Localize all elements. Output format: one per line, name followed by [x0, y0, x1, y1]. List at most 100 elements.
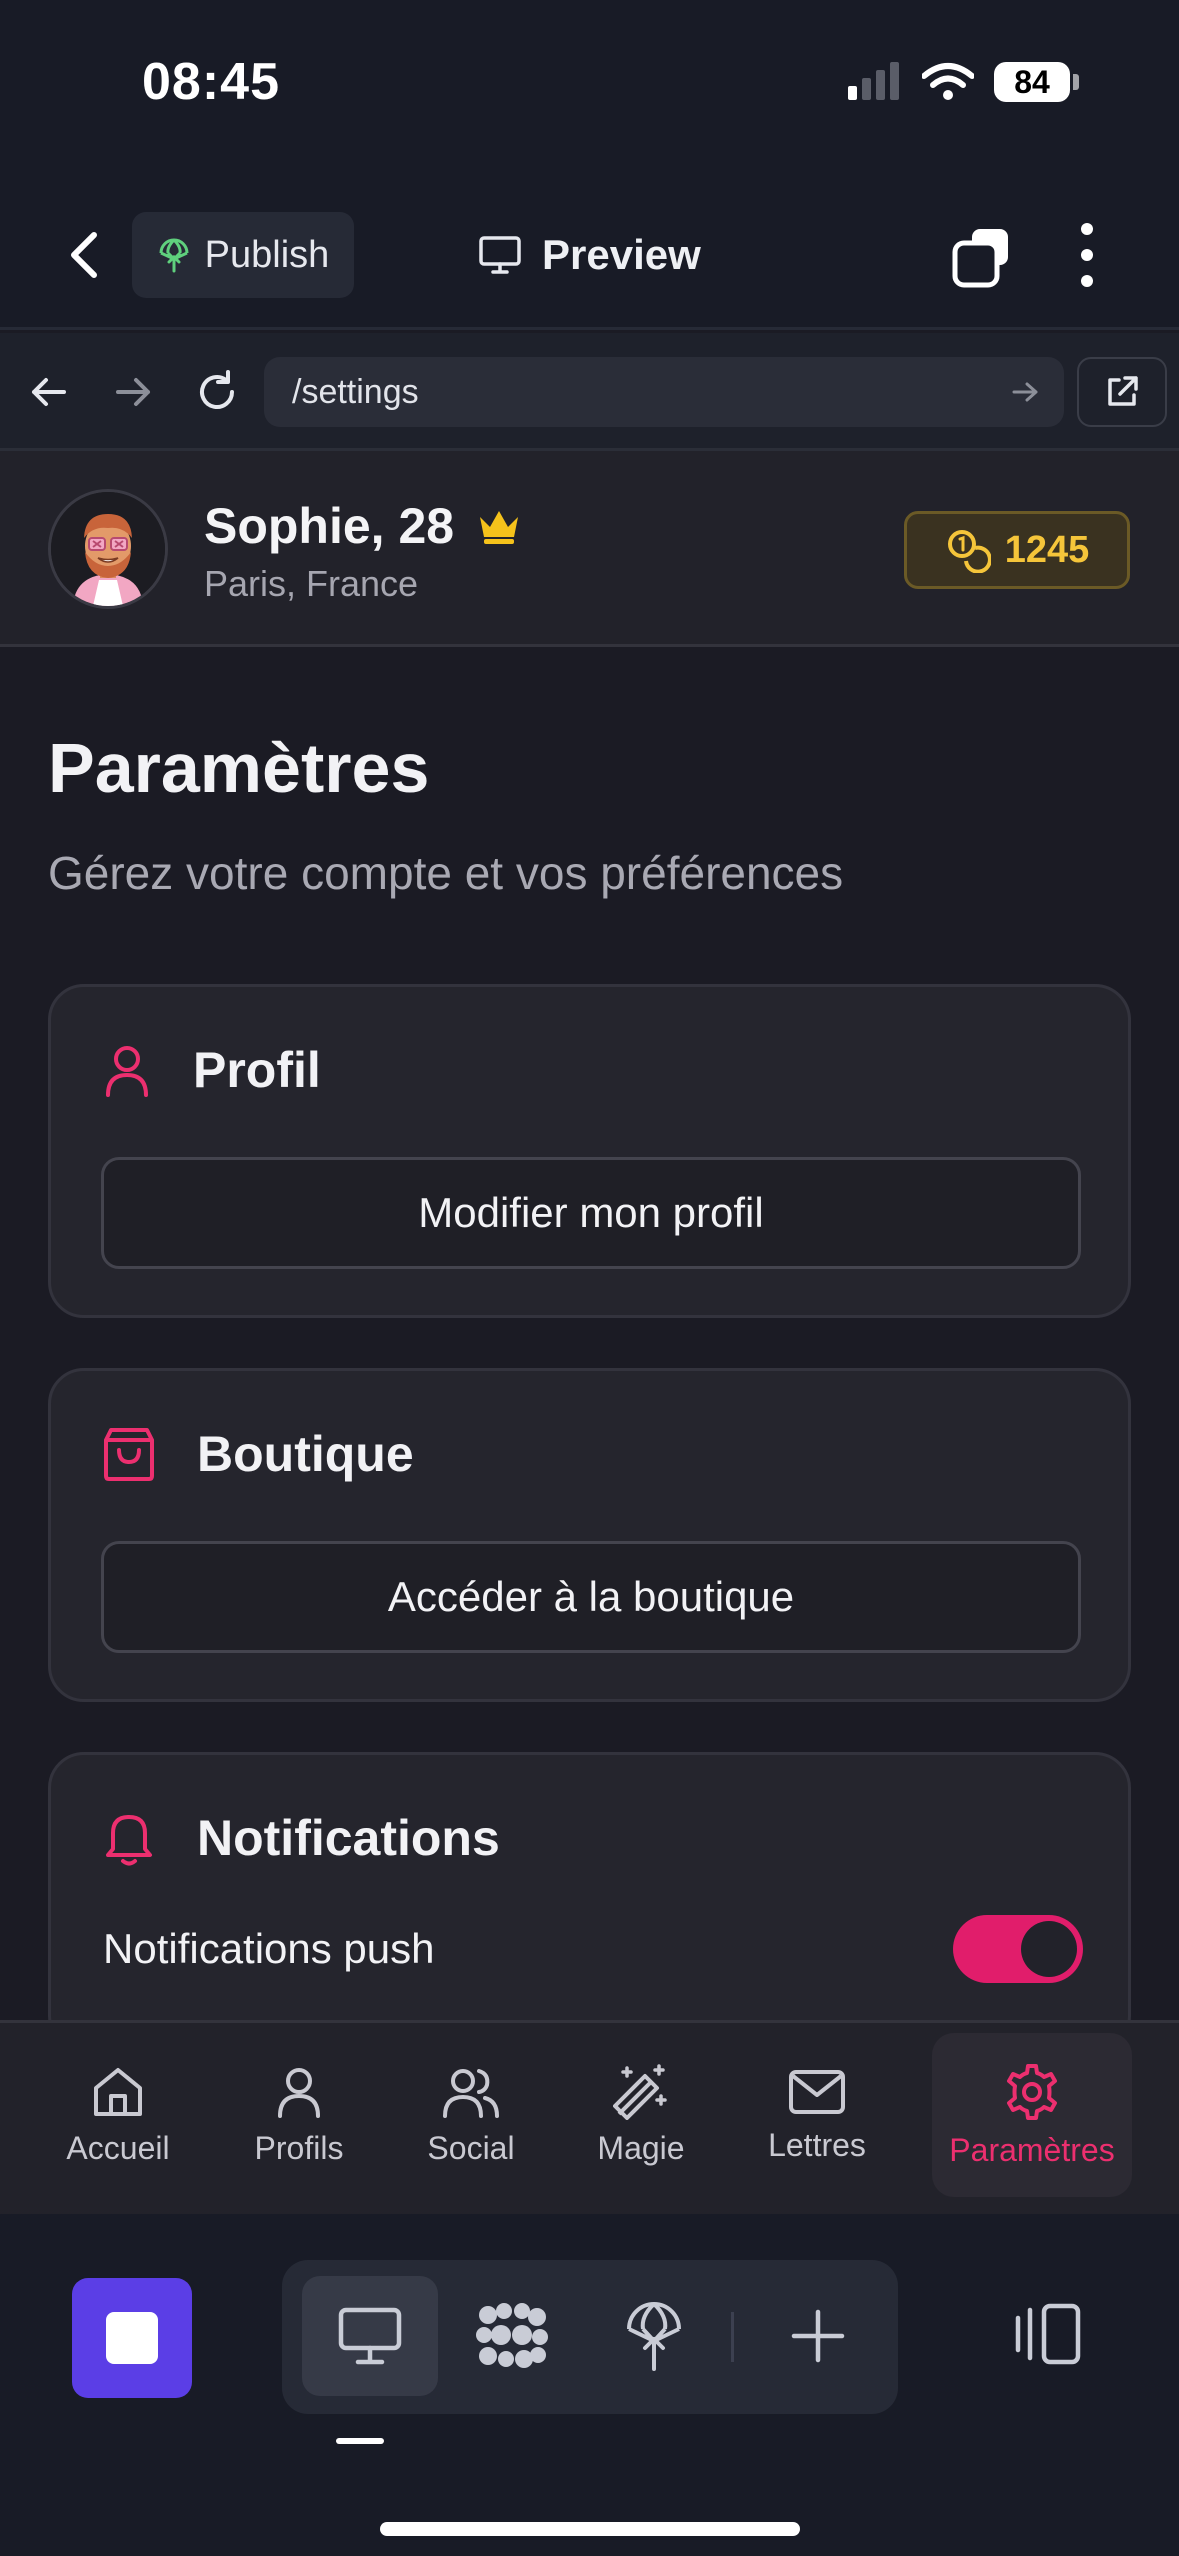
nav-label: Magie [597, 2129, 685, 2166]
status-bar: 08:45 84 [0, 0, 1179, 175]
avatar[interactable] [48, 489, 168, 609]
kebab-dot [1081, 249, 1093, 261]
status-time: 08:45 [142, 53, 280, 111]
arrow-right-icon [116, 378, 150, 406]
back-button[interactable] [60, 225, 110, 285]
reload-icon [200, 370, 234, 409]
add-button[interactable] [750, 2276, 886, 2396]
battery-icon: 84 [994, 62, 1079, 102]
nav-item-lettres[interactable]: Lettres [746, 2033, 888, 2197]
browser-forward-button[interactable] [108, 367, 158, 417]
chevron-left-icon [71, 232, 97, 278]
profile-section-card: Profil Modifier mon profil [48, 984, 1131, 1318]
nav-item-social[interactable]: Social [400, 2033, 542, 2197]
wifi-icon [922, 63, 974, 100]
nav-label: Social [427, 2129, 515, 2166]
stop-button[interactable] [72, 2278, 192, 2398]
home-indicator [380, 2522, 800, 2536]
open-shop-button[interactable]: Accéder à la boutique [101, 1541, 1081, 1653]
user-icon [278, 2067, 320, 2118]
bottom-navigation: Accueil Profils Social Magie Lettres Par… [0, 2020, 1179, 2214]
url-text: /settings [292, 372, 419, 411]
components-button[interactable] [444, 2276, 580, 2396]
mail-icon [789, 2069, 845, 2114]
magic-wand-icon [613, 2063, 667, 2120]
page-title: Paramètres [48, 729, 430, 807]
nav-label: Accueil [66, 2129, 170, 2166]
shop-section-card: Boutique Accéder à la boutique [48, 1368, 1131, 1702]
users-icon [443, 2068, 499, 2118]
profile-header: Sophie, 28 Paris, France 1245 [0, 451, 1179, 647]
profile-section-header: Profil [103, 1041, 321, 1099]
signal-icon [848, 62, 899, 100]
home-icon [94, 2067, 142, 2116]
tool-divider [731, 2312, 734, 2362]
active-tab-indicator [336, 2438, 384, 2444]
builder-tool-group [282, 2260, 898, 2414]
stop-icon [106, 2312, 158, 2364]
push-notifications-label: Notifications push [103, 1925, 435, 1972]
coins-badge[interactable]: 1245 [904, 511, 1130, 589]
url-input[interactable]: /settings [264, 357, 1064, 427]
gear-icon [1007, 2063, 1057, 2120]
preview-label: Preview [542, 231, 701, 278]
user-location: Paris, France [204, 563, 419, 604]
bell-icon [106, 1815, 152, 1866]
preview-mode-button[interactable] [302, 2276, 438, 2396]
go-arrow-icon[interactable] [1010, 377, 1040, 407]
battery-level: 84 [994, 62, 1070, 102]
external-link-icon [1108, 376, 1138, 406]
edit-profile-button[interactable]: Modifier mon profil [101, 1157, 1081, 1269]
cluster-icon [476, 2303, 548, 2368]
push-notifications-row: Notifications push [103, 1915, 1083, 1983]
status-icons: 84 [846, 62, 1079, 102]
shop-section-header: Boutique [103, 1425, 414, 1483]
coins-icon [947, 530, 991, 573]
notifications-section-header: Notifications [103, 1809, 500, 1867]
browser-back-button[interactable] [24, 367, 74, 417]
app-toolbar: Publish Preview [0, 175, 1179, 330]
profile-section-title: Profil [193, 1042, 321, 1098]
nav-label: Paramètres [949, 2131, 1115, 2168]
publish-globe-icon [627, 2302, 681, 2371]
page-subtitle: Gérez votre compte et vos préférences [48, 847, 844, 899]
plus-icon [791, 2309, 845, 2363]
nav-label: Profils [254, 2129, 344, 2166]
user-name: Sophie, 28 [204, 498, 455, 554]
side-panel-button[interactable] [1008, 2294, 1088, 2374]
more-menu-button[interactable] [1072, 223, 1102, 287]
publish-button[interactable]: Publish [132, 212, 354, 298]
notifications-section-title: Notifications [197, 1810, 500, 1866]
browser-url-bar: /settings [0, 333, 1179, 451]
open-external-button[interactable] [1077, 357, 1167, 427]
toggle-knob [1021, 1921, 1077, 1977]
shop-section-title: Boutique [197, 1426, 414, 1482]
monitor-icon [479, 236, 521, 274]
publish-globe-icon [159, 238, 189, 273]
side-panel-icon [1015, 2303, 1081, 2365]
user-name-row: Sophie, 28 [204, 497, 522, 555]
publish-label: Publish [204, 233, 330, 276]
push-notifications-toggle[interactable] [953, 1915, 1083, 1983]
publish-tool-button[interactable] [586, 2276, 722, 2396]
reload-button[interactable] [192, 367, 242, 417]
tabs-button[interactable] [950, 225, 1014, 289]
user-icon [106, 1046, 148, 1097]
nav-item-accueil[interactable]: Accueil [44, 2033, 192, 2197]
nav-label: Lettres [768, 2126, 866, 2163]
shopping-bag-icon [104, 1428, 154, 1481]
notifications-section-card: Notifications Notifications push [48, 1752, 1131, 2052]
kebab-dot [1081, 275, 1093, 287]
arrow-left-icon [32, 378, 66, 406]
nav-item-magie[interactable]: Magie [570, 2033, 712, 2197]
coins-count: 1245 [1004, 528, 1090, 571]
crown-icon [480, 511, 519, 544]
kebab-dot [1081, 223, 1093, 235]
avatar-illustration [51, 492, 165, 606]
preview-button[interactable]: Preview [478, 219, 701, 291]
nav-item-parametres[interactable]: Paramètres [932, 2033, 1132, 2197]
nav-item-profils[interactable]: Profils [228, 2033, 370, 2197]
copy-icon [952, 229, 1008, 288]
builder-toolbar [0, 2214, 1179, 2556]
monitor-icon [338, 2307, 402, 2365]
